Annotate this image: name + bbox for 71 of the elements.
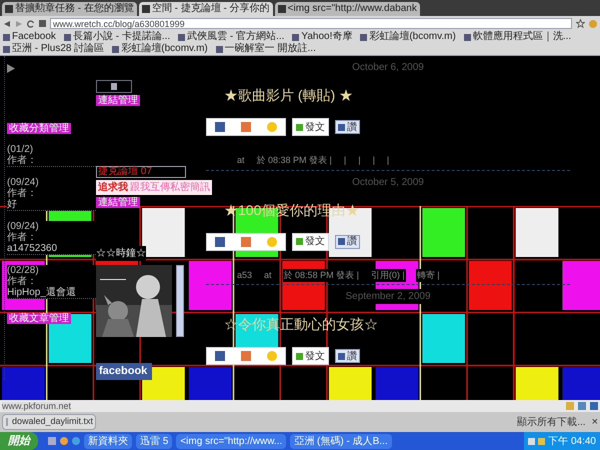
show-all-downloads-link[interactable]: 顯示所有下載... — [517, 414, 586, 430]
post-share-button[interactable]: 發文 — [292, 232, 329, 250]
bookmark-item[interactable]: 長篇小說 - 卡提諾論... — [64, 31, 170, 43]
post-date: October 5, 2009 — [350, 174, 426, 190]
post-meta: 於 08:38 PM 發表 | — [256, 154, 333, 168]
bookmark-item[interactable]: Facebook — [3, 31, 56, 43]
entry-date: (01/2) — [7, 144, 34, 155]
post-meta: | — [372, 154, 376, 168]
start-button[interactable]: 開始 — [0, 432, 38, 450]
entry-date: (02/28) — [7, 265, 39, 276]
post-title[interactable]: ★歌曲影片 (轉貼) ★ — [224, 85, 570, 106]
banner[interactable]: 追求我 跟我互傳私密簡訊 — [96, 180, 212, 195]
post-meta: 引用(0) | — [370, 268, 406, 282]
forward-icon[interactable] — [15, 20, 23, 28]
entry-text[interactable]: HipHop_還會還 — [7, 287, 76, 298]
browser-tab[interactable]: 空間 - 捷克論壇 - 分享你的 — [138, 2, 273, 16]
clock: 下午 04:40 — [548, 434, 596, 448]
reload-icon[interactable] — [27, 20, 35, 28]
post-meta: 轉寄 | — [416, 268, 441, 282]
category-manage-button[interactable]: 收藏分類管理 — [7, 123, 71, 134]
post-share-button[interactable]: 發文 — [292, 347, 329, 365]
link-manage-button[interactable]: 連結管理 — [96, 95, 140, 106]
taskbar-item[interactable]: <img src="http://www... — [176, 434, 286, 448]
download-item[interactable]: dowaled_daylimit.txt — [2, 414, 96, 430]
bookmark-item[interactable]: 彩虹論壇(bcomv.m) — [112, 43, 208, 55]
bookmark-item[interactable]: 亞洲 - Plus28 討論區 — [3, 43, 104, 55]
tab-title: 空間 - 捷克論壇 - 分享你的 — [152, 4, 270, 14]
bookmark-item[interactable]: 武俠風雲 - 官方網站... — [178, 31, 284, 43]
entry-author: 作者： — [7, 155, 37, 166]
post-meta: 於 08:58 PM 發表 | — [282, 268, 360, 282]
post-meta: | — [386, 154, 390, 168]
tab-title: <img src="http://www.dabank — [288, 4, 417, 14]
article-manage-button[interactable]: 收藏文章管理 — [7, 313, 71, 324]
entry-author: 作者： — [7, 276, 37, 287]
post-meta: | — [357, 154, 362, 168]
entry-date: (09/24) — [7, 177, 39, 188]
post-date: September 2, 2009 — [343, 289, 433, 304]
post-share-button[interactable]: 發文 — [292, 118, 329, 136]
browser-tab[interactable]: <img src="http://www.dabank — [274, 2, 420, 16]
entry-date: (09/24) — [7, 221, 39, 232]
address-field[interactable]: www.wretch.cc/blog/a630801999 — [50, 18, 572, 29]
play-icon[interactable] — [7, 64, 15, 73]
bookmark-item[interactable]: Yahoo!奇摩 — [292, 31, 352, 43]
scrollbar[interactable] — [176, 265, 184, 337]
browser-tab[interactable]: 替擴勲章任務 - 在您的瀏覽 — [2, 2, 137, 16]
post-meta: | — [342, 154, 348, 168]
facebook-header[interactable]: facebook — [96, 363, 152, 380]
bookmark-item[interactable]: 一碗解室一 開放註... — [216, 43, 316, 55]
thumbnail-box[interactable] — [96, 80, 132, 93]
banner-title: 追求我 — [98, 180, 128, 195]
entry-text[interactable]: 好 — [7, 199, 17, 210]
link-manage-button[interactable]: 連結管理 — [96, 197, 140, 208]
bookmark-item[interactable]: 軟體應用程式區｜洗... — [464, 31, 572, 43]
back-icon[interactable] — [3, 20, 11, 28]
like-button[interactable]: 讚 — [335, 120, 360, 134]
close-button[interactable]: × — [592, 414, 598, 430]
like-button[interactable]: 讚 — [335, 234, 360, 248]
entry-author: 作者： — [7, 188, 37, 199]
tab-title: 替擴勲章任務 - 在您的瀏覽 — [15, 4, 134, 14]
taskbar-item[interactable]: 亞洲 (無碼) - 成人B... — [290, 434, 392, 448]
widget-title: ☆☆時鐘☆ — [96, 246, 146, 261]
entry-text[interactable]: a14752360 — [7, 243, 58, 254]
search-field[interactable]: 捷克論壇 07 — [96, 166, 186, 178]
status-url: www.pkforum.net — [2, 402, 72, 410]
star-icon[interactable] — [576, 19, 585, 28]
taskbar-item[interactable]: 新資料夾 — [84, 434, 132, 448]
entry-author: 作者： — [7, 232, 37, 243]
bookmark-item[interactable]: 彩虹論壇(bcomv.m) — [360, 31, 456, 43]
taskbar-item[interactable]: 迅雷 5 — [136, 434, 172, 448]
like-button[interactable]: 讚 — [335, 349, 360, 363]
banner-text: 跟我互傳私密簡訊 — [130, 180, 210, 195]
